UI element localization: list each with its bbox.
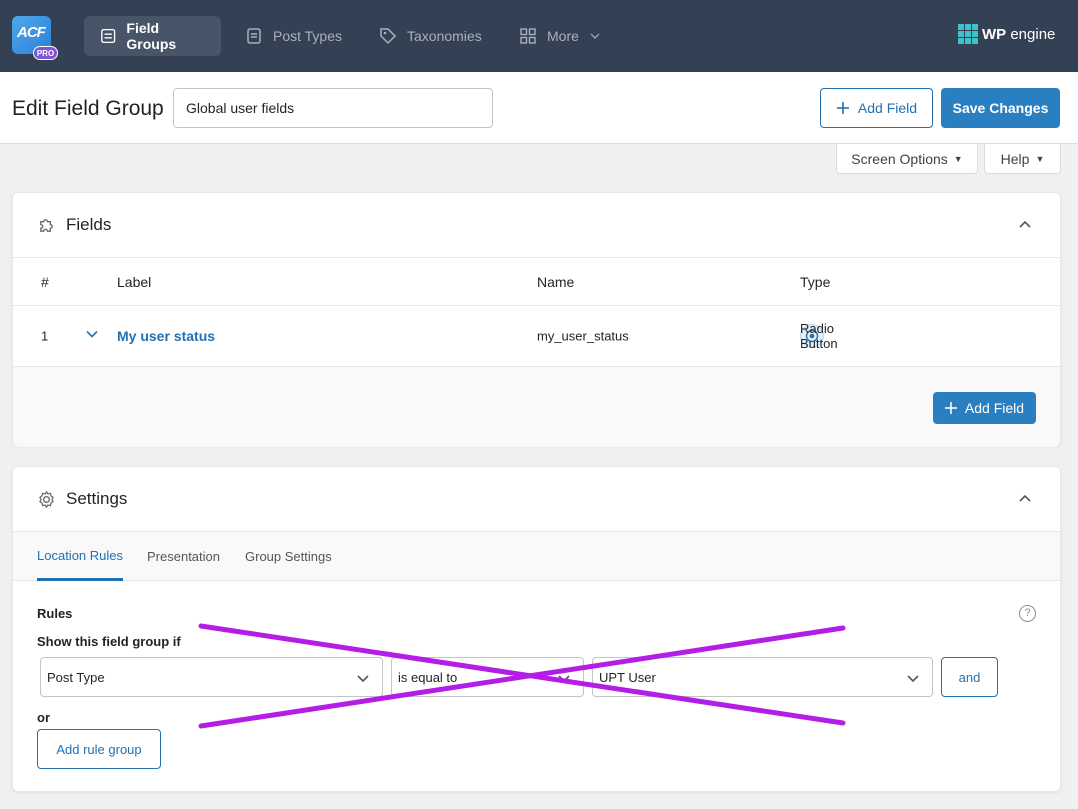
settings-panel-header[interactable]: Settings: [13, 467, 1060, 532]
chevron-down-icon: [590, 33, 600, 39]
screen-options-label: Screen Options: [851, 150, 948, 167]
page-title: Edit Field Group: [12, 97, 164, 120]
nav-tab-label: Field Groups: [126, 20, 177, 52]
field-order: 1: [41, 328, 49, 344]
column-header-order: #: [41, 273, 49, 290]
caret-down-icon: ▼: [953, 153, 963, 164]
nav-tab-more[interactable]: More: [503, 16, 617, 56]
edit-header: Edit Field Group Add Field Save Changes: [0, 72, 1078, 144]
field-group-title-input[interactable]: [173, 88, 493, 128]
tab-group-settings[interactable]: Group Settings: [245, 532, 332, 581]
or-label: or: [37, 710, 50, 725]
caret-down-icon: ▼: [1035, 153, 1045, 164]
wp-engine-text: WP engine: [982, 25, 1056, 43]
settings-panel: Settings Location Rules Presentation Gro…: [12, 466, 1061, 792]
tab-presentation[interactable]: Presentation: [147, 532, 220, 581]
acf-logo[interactable]: ACF PRO: [12, 16, 58, 60]
top-navigation: ACF PRO Field Groups Post Types Taxonomi…: [0, 0, 1078, 72]
help-toggle[interactable]: Help ▼: [984, 144, 1061, 174]
nav-tab-field-groups[interactable]: Field Groups: [84, 16, 221, 56]
save-changes-button[interactable]: Save Changes: [941, 88, 1060, 128]
tag-icon: [380, 28, 397, 45]
chevron-down-icon: [907, 675, 919, 683]
list-icon: [101, 28, 116, 44]
help-circle-icon[interactable]: ?: [1019, 605, 1036, 622]
field-label-link[interactable]: My user status: [117, 328, 215, 344]
chevron-down-icon: [357, 675, 369, 683]
fields-panel: Fields # Label Name Type 1 My user statu…: [12, 192, 1061, 447]
rule-param-select[interactable]: Post Type: [40, 657, 383, 697]
add-field-button[interactable]: Add Field: [933, 392, 1036, 424]
tab-location-rules[interactable]: Location Rules: [37, 532, 123, 581]
gear-icon: [39, 490, 54, 508]
rule-value-value: UPT User: [599, 669, 656, 685]
column-header-label: Label: [117, 273, 152, 290]
fields-table-header: # Label Name Type: [13, 258, 1060, 306]
add-field-label: Add Field: [857, 100, 918, 116]
show-if-label: Show this field group if: [37, 634, 181, 649]
rule-operator-select[interactable]: is equal to: [391, 657, 584, 697]
field-type-label: Radio Button: [800, 321, 838, 351]
nav-tab-post-types[interactable]: Post Types: [229, 16, 358, 56]
pro-badge: PRO: [33, 46, 58, 60]
rules-heading: Rules: [37, 606, 73, 621]
add-rule-group-button[interactable]: Add rule group: [37, 729, 161, 769]
settings-panel-title: Settings: [66, 489, 128, 508]
column-header-type: Type: [800, 273, 831, 290]
fields-panel-header[interactable]: Fields: [13, 193, 1060, 258]
chevron-down-icon: [558, 675, 570, 683]
grid-icon: [520, 28, 536, 44]
expand-chevron-icon[interactable]: [86, 329, 98, 344]
add-field-header-button[interactable]: Add Field: [820, 88, 933, 128]
puzzle-icon: [40, 218, 53, 232]
field-name: my_user_status: [537, 328, 629, 344]
add-field-label: Add Field: [964, 400, 1025, 416]
plus-icon: [944, 402, 957, 414]
document-icon: [247, 28, 261, 44]
wp-engine-logo[interactable]: WP engine: [958, 24, 1055, 44]
rule-param-value: Post Type: [47, 669, 105, 685]
settings-tabs: Location Rules Presentation Group Settin…: [13, 532, 1060, 581]
nav-tab-taxonomies[interactable]: Taxonomies: [363, 16, 498, 56]
rule-value-select[interactable]: UPT User: [592, 657, 933, 697]
column-header-name: Name: [537, 273, 575, 290]
fields-footer: Add Field: [13, 367, 1060, 447]
chevron-up-icon[interactable]: [1018, 217, 1032, 231]
chevron-up-icon[interactable]: [1018, 491, 1032, 505]
help-label: Help: [1000, 150, 1030, 167]
nav-tab-label: More: [547, 28, 579, 44]
and-button[interactable]: and: [941, 657, 998, 697]
nav-tab-label: Taxonomies: [407, 28, 482, 44]
table-row[interactable]: 1 My user status my_user_status Radio Bu…: [13, 306, 1060, 367]
plus-icon: [836, 102, 849, 114]
wp-engine-grid-icon: [958, 24, 978, 44]
screen-options-toggle[interactable]: Screen Options ▼: [836, 144, 978, 174]
fields-panel-title: Fields: [66, 215, 112, 234]
nav-tab-label: Post Types: [273, 28, 343, 44]
rule-operator-value: is equal to: [398, 669, 458, 685]
